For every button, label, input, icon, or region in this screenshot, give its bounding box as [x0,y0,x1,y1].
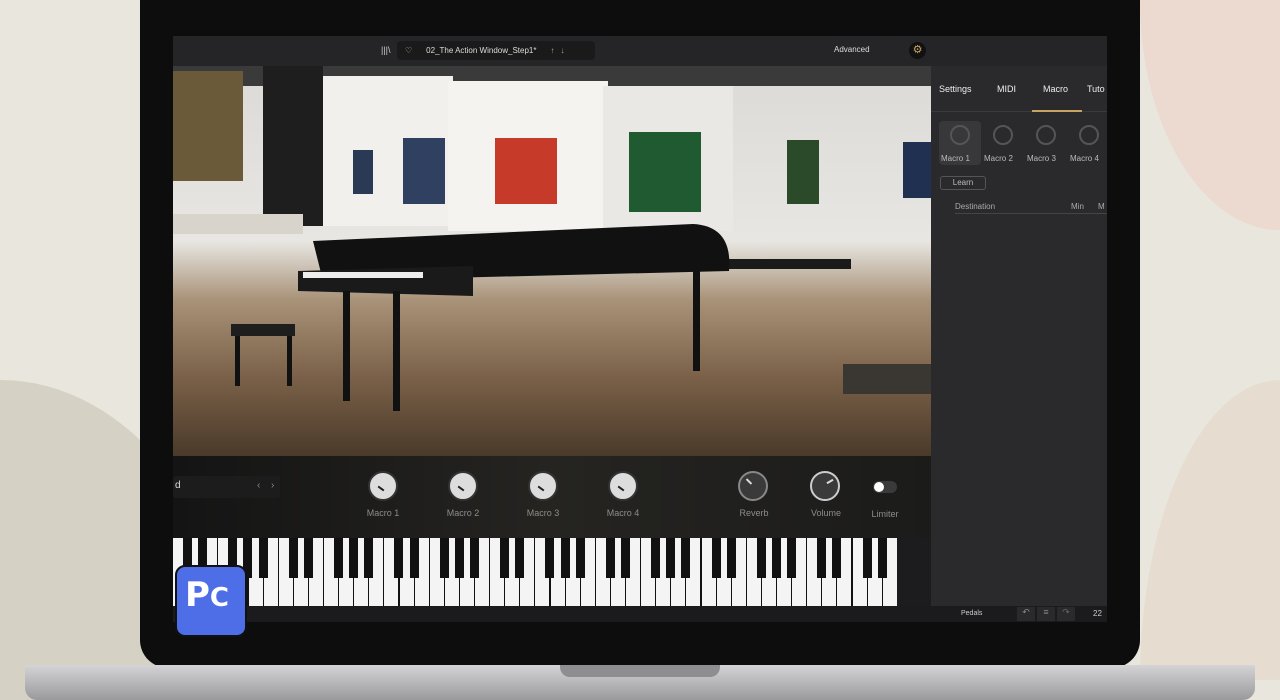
side-panel: Settings MIDI Macro Tuto Macro 1 Macro 2 M… [931,66,1107,606]
volume-knob[interactable] [810,471,840,501]
reverb-label: Reverb [739,508,769,518]
black-key[interactable] [545,538,555,578]
side-macro-1[interactable]: Macro 1 [939,121,981,165]
black-key[interactable] [862,538,872,578]
side-macro-label: Macro 1 [941,154,970,163]
piano-scene [173,66,931,411]
laptop-base [25,665,1255,700]
macro-4-knob[interactable] [608,471,638,501]
black-key[interactable] [515,538,525,578]
column-destination: Destination [955,202,996,211]
limiter-toggle[interactable] [873,481,897,493]
black-key[interactable] [258,538,268,578]
preset-browser[interactable]: ♡ 02_The Action Window_Step1* ↑ ↓ [397,41,595,60]
tab-macro[interactable]: Macro [1043,84,1068,94]
black-key[interactable] [711,538,721,578]
preset-name: 02_The Action Window_Step1* [426,46,537,55]
black-key[interactable] [771,538,781,578]
black-key[interactable] [681,538,691,578]
black-key[interactable] [877,538,887,578]
side-macro-3[interactable]: Macro 3 [1025,121,1067,165]
macro-3-knob[interactable] [528,471,558,501]
black-key[interactable] [500,538,510,578]
zoom-value[interactable]: 22 [1093,609,1102,618]
black-key[interactable] [288,538,298,578]
black-key[interactable] [666,538,676,578]
black-key[interactable] [409,538,419,578]
black-key[interactable] [651,538,661,578]
tab-settings[interactable]: Settings [939,84,972,94]
black-key[interactable] [832,538,842,578]
black-key[interactable] [394,538,404,578]
library-icon[interactable]: |||\ [381,45,391,55]
side-macro-2[interactable]: Macro 2 [982,121,1024,165]
settings-gear-icon[interactable]: ⚙ [909,42,926,59]
black-key[interactable] [620,538,630,578]
redo-icon[interactable]: ↷ [1057,607,1075,621]
performance-controls: d ‹ › Macro 1 Macro 2 Macro 3 Macro 4 Rever… [173,456,931,538]
volume-label: Volume [810,508,842,518]
side-macro-label: Macro 4 [1070,154,1099,163]
macro-knob-icon [1036,125,1056,145]
black-key[interactable] [439,538,449,578]
black-key[interactable] [364,538,374,578]
macro-knob-icon [993,125,1013,145]
side-tabs: Settings MIDI Macro Tuto [931,66,1107,112]
black-key[interactable] [817,538,827,578]
heart-icon[interactable]: ♡ [405,46,412,55]
black-key[interactable] [334,538,343,578]
next-preset-icon[interactable]: ↓ [560,46,564,55]
reverb-knob[interactable] [738,471,768,501]
black-key[interactable] [575,538,585,578]
prev-icon[interactable]: ‹ [257,480,260,491]
macro-3-label: Macro 3 [526,508,560,518]
history-icon[interactable]: ≡ [1037,607,1055,621]
background-shape [1140,0,1280,230]
next-icon[interactable]: › [271,480,274,491]
column-min: Min [1071,202,1084,211]
tab-tutorial[interactable]: Tuto [1087,84,1105,94]
black-key[interactable] [469,538,479,578]
macro-knob-icon [950,125,970,145]
pedals-label: Pedals [961,610,983,617]
black-key[interactable] [560,538,570,578]
macro-4-label: Macro 4 [606,508,640,518]
tab-midi[interactable]: MIDI [997,84,1016,94]
macro-1-label: Macro 1 [366,508,400,518]
preset-field[interactable]: d ‹ › [173,476,280,498]
side-macro-label: Macro 2 [984,154,1013,163]
black-key[interactable] [454,538,464,578]
preset-field-text: d [175,480,181,491]
black-key[interactable] [756,538,766,578]
limiter-label: Limiter [871,509,899,519]
macro-knob-icon [1079,125,1099,145]
black-key[interactable] [726,538,736,578]
advanced-button[interactable]: Advanced [834,45,870,54]
black-key[interactable] [787,538,796,578]
black-key[interactable] [605,538,615,578]
black-key[interactable] [303,538,313,578]
piano-keyboard[interactable] [173,538,897,606]
logo: PC [175,565,247,637]
side-macro-label: Macro 3 [1027,154,1056,163]
bottom-bar: Pedals ↶ ≡ ↷ 22 [173,606,1107,622]
black-key[interactable] [349,538,359,578]
destination-header: Destination Min M [955,202,1107,214]
top-bar: |||\ ♡ 02_The Action Window_Step1* ↑ ↓ A… [173,36,1107,66]
background-shape [1140,380,1280,680]
active-tab-indicator [1032,110,1082,112]
learn-label: Learn [952,178,974,187]
macro-1-knob[interactable] [368,471,398,501]
undo-icon[interactable]: ↶ [1017,607,1035,621]
column-max: M [1098,202,1105,211]
macro-2-knob[interactable] [448,471,478,501]
side-macro-4[interactable]: Macro 4 [1068,121,1107,165]
learn-button[interactable]: Learn [940,176,986,190]
gallery-piano-image [173,66,931,456]
macro-2-label: Macro 2 [446,508,480,518]
prev-preset-icon[interactable]: ↑ [550,46,554,55]
app-window: |||\ ♡ 02_The Action Window_Step1* ↑ ↓ A… [173,36,1107,622]
